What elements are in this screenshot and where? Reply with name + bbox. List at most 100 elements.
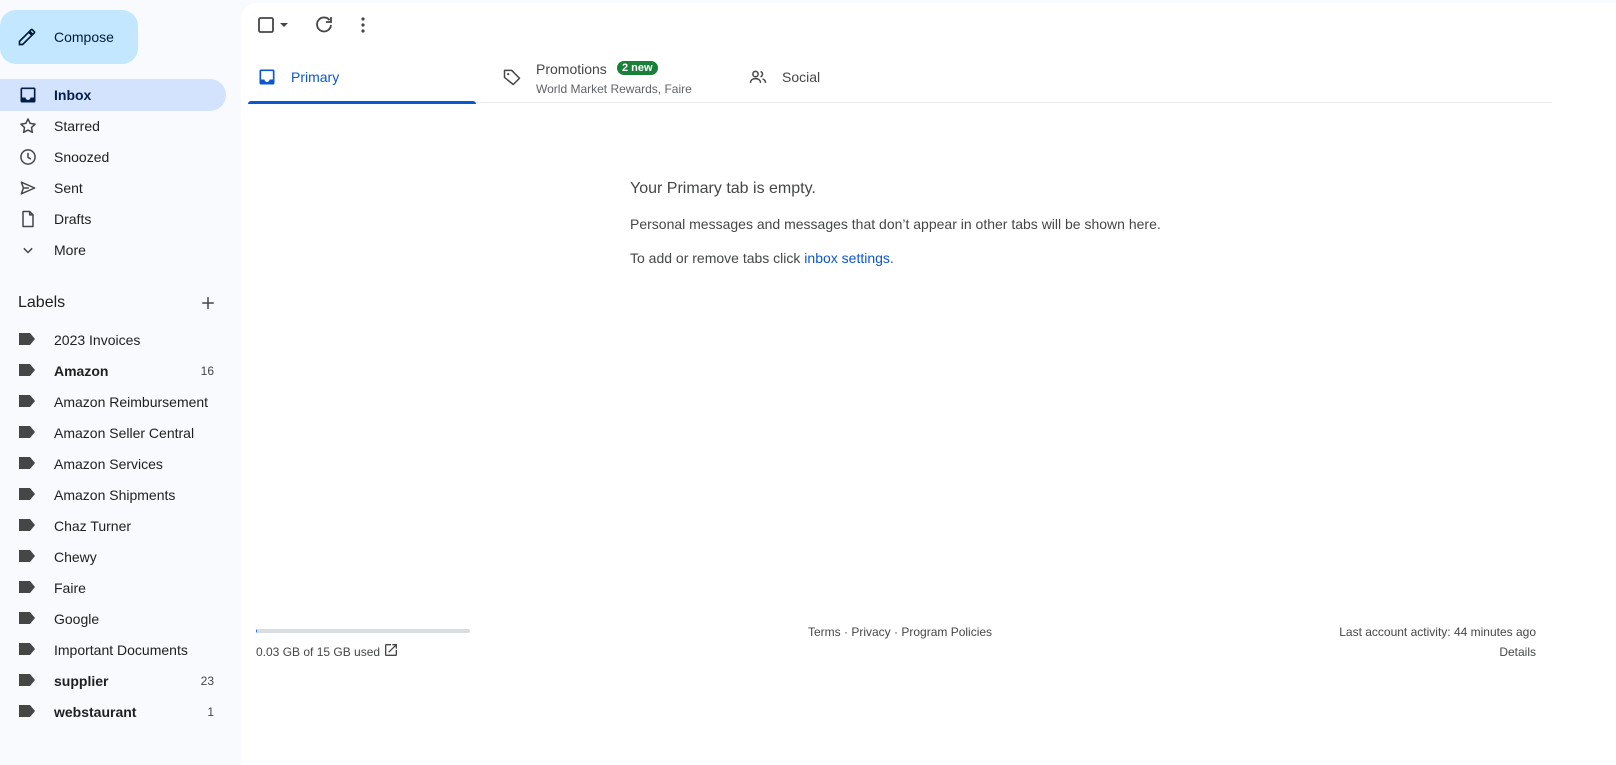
privacy-link[interactable]: Privacy (851, 625, 890, 639)
compose-button[interactable]: Compose (0, 10, 138, 64)
terms-link[interactable]: Terms (808, 625, 841, 639)
label-item[interactable]: Faire (0, 572, 226, 603)
label-item[interactable]: supplier 23 (0, 665, 226, 696)
label-name: Chewy (54, 549, 97, 565)
label-name: supplier (54, 673, 109, 689)
label-name: Faire (54, 580, 86, 596)
label-icon (19, 550, 35, 562)
tab-promotions[interactable]: Promotions 2 new World Market Rewards, F… (500, 53, 730, 103)
more-vert-icon[interactable] (351, 13, 375, 37)
label-icon (19, 519, 35, 531)
label-name: Amazon (54, 363, 109, 379)
sidebar: Compose Inbox Starred Snoozed Sent Draft… (0, 0, 240, 765)
label-name: Amazon Services (54, 456, 163, 472)
label-unread-count: 1 (207, 705, 214, 719)
category-tabs: Primary Promotions 2 new World Market Re… (248, 53, 1552, 104)
nav-label-sent: Sent (54, 180, 83, 196)
legal-sep: · (840, 625, 852, 639)
tab-primary[interactable]: Primary (248, 53, 476, 104)
label-item[interactable]: Amazon Shipments (0, 479, 226, 510)
label-item[interactable]: Chewy (0, 541, 226, 572)
nav-label-snoozed: Snoozed (54, 149, 110, 165)
labels-header: Labels (18, 292, 226, 316)
last-activity: Last account activity: 44 minutes ago (1339, 625, 1536, 639)
label-icon (19, 333, 35, 345)
empty-heading: Your Primary tab is empty. (630, 180, 816, 197)
label-icon (19, 705, 35, 717)
nav-item-inbox[interactable]: Inbox (0, 79, 226, 111)
label-list: 2023 Invoices Amazon 16 Amazon Reimbursemen… (0, 324, 226, 727)
hint-prefix: To add or remove tabs click (630, 250, 805, 266)
legal-sep: · (890, 625, 902, 639)
compose-label: Compose (54, 29, 114, 45)
label-icon (19, 674, 35, 686)
plus-icon[interactable] (198, 293, 218, 313)
people-icon (749, 70, 767, 83)
empty-description: Personal messages and messages that don’… (630, 216, 1161, 232)
star-icon (20, 118, 36, 134)
tab-active-indicator (248, 101, 476, 104)
nav-list: Inbox Starred Snoozed Sent Drafts More (0, 79, 226, 265)
tag-icon (503, 69, 521, 86)
label-icon (19, 581, 35, 593)
label-name: 2023 Invoices (54, 332, 141, 348)
nav-item-sent[interactable]: Sent (0, 172, 226, 204)
nav-label-drafts: Drafts (54, 211, 92, 227)
chevron-down-icon (23, 247, 33, 254)
label-unread-count: 16 (200, 364, 214, 378)
label-item[interactable]: Amazon 16 (0, 355, 226, 386)
program-policies-link[interactable]: Program Policies (901, 625, 992, 639)
label-icon (19, 612, 35, 624)
nav-item-drafts[interactable]: Drafts (0, 203, 226, 235)
label-item[interactable]: Important Documents (0, 634, 226, 665)
tab-social[interactable]: Social (746, 53, 946, 103)
nav-label-inbox: Inbox (54, 87, 92, 103)
storage-usage: 0.03 GB of 15 GB used (256, 645, 381, 659)
label-name: webstaurant (54, 704, 137, 720)
nav-item-starred[interactable]: Starred (0, 110, 226, 142)
label-name: Amazon Shipments (54, 487, 176, 503)
label-icon (19, 643, 35, 655)
inbox-settings-link[interactable]: inbox settings (804, 250, 890, 266)
label-icon (19, 457, 35, 469)
label-item[interactable]: Google (0, 603, 226, 634)
label-item[interactable]: Amazon Reimbursement (0, 386, 226, 417)
nav-label-more: More (54, 242, 86, 258)
send-icon (20, 181, 36, 195)
label-item[interactable]: Chaz Turner (0, 510, 226, 541)
label-item[interactable]: webstaurant 1 (0, 696, 226, 727)
label-item[interactable]: Amazon Seller Central (0, 417, 226, 448)
empty-settings-hint: To add or remove tabs click inbox settin… (630, 250, 894, 266)
labels-title: Labels (18, 294, 66, 311)
select-checkbox[interactable] (254, 13, 278, 37)
caret-down-icon[interactable] (276, 13, 292, 37)
label-name: Important Documents (54, 642, 188, 658)
label-item[interactable]: Amazon Services (0, 448, 226, 479)
label-name: Google (54, 611, 100, 627)
tab-promotions-senders: World Market Rewards, Faire (536, 82, 692, 96)
tab-social-label: Social (782, 69, 821, 85)
toolbar (241, 3, 1616, 47)
storage-meter (256, 629, 470, 633)
footer: 0.03 GB of 15 GB used Terms · Privacy · … (241, 623, 1616, 673)
new-count-badge: 2 new (617, 61, 658, 75)
activity-details-link[interactable]: Details (1499, 645, 1536, 659)
nav-item-more[interactable]: More (0, 234, 226, 266)
label-name: Amazon Reimbursement (54, 394, 209, 410)
pencil-icon (18, 28, 36, 46)
label-icon (19, 364, 35, 376)
label-icon (19, 395, 35, 407)
open-in-new-icon[interactable] (383, 642, 399, 658)
label-name: Amazon Seller Central (54, 425, 195, 441)
label-icon (19, 426, 35, 438)
inbox-icon (259, 69, 275, 85)
label-icon (19, 488, 35, 500)
label-unread-count: 23 (200, 674, 214, 688)
tab-primary-label: Primary (291, 69, 340, 85)
label-name: Chaz Turner (54, 518, 132, 534)
nav-label-starred: Starred (54, 118, 100, 134)
tab-promotions-label: Promotions (536, 61, 607, 77)
label-item[interactable]: 2023 Invoices (0, 324, 226, 355)
refresh-icon[interactable] (312, 13, 336, 37)
nav-item-snoozed[interactable]: Snoozed (0, 141, 226, 173)
